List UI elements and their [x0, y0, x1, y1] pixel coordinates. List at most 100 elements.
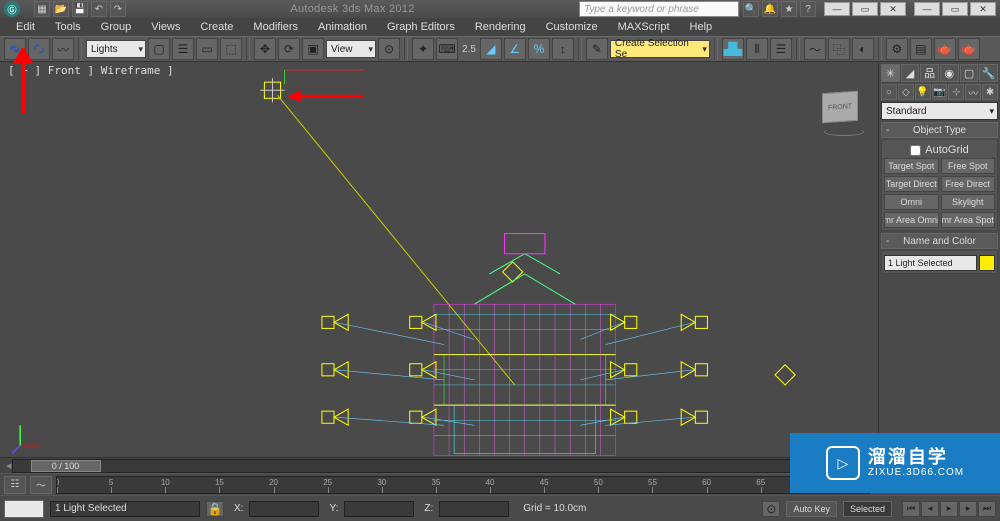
named-selection-dropdown[interactable]: Create Selection Se: [610, 40, 710, 58]
y-coord-input[interactable]: [344, 501, 414, 517]
select-region-rect-icon[interactable]: ▭: [196, 38, 218, 60]
redo-icon[interactable]: ↷: [110, 1, 126, 17]
mr-area-omni-button[interactable]: mr Area Omni: [884, 212, 939, 228]
light-category-dropdown[interactable]: Standard: [881, 102, 998, 120]
shapes-cat-icon[interactable]: ◇: [898, 84, 914, 100]
use-center-icon[interactable]: ⊙: [378, 38, 400, 60]
menu-graph-editors[interactable]: Graph Editors: [377, 19, 465, 35]
rendered-frame-icon[interactable]: ▤: [910, 38, 932, 60]
menu-animation[interactable]: Animation: [308, 19, 377, 35]
hierarchy-tab-icon[interactable]: 品: [920, 64, 939, 82]
name-color-rollout-header[interactable]: Name and Color: [881, 233, 998, 249]
selection-filter-dropdown[interactable]: Lights: [86, 40, 146, 58]
goto-end-icon[interactable]: ⏭: [978, 501, 996, 517]
comm-center-icon[interactable]: 🔔: [762, 1, 778, 17]
close-button[interactable]: ✕: [970, 2, 996, 16]
rotate-icon[interactable]: ⟳: [278, 38, 300, 60]
modify-tab-icon[interactable]: ◢: [901, 64, 920, 82]
autogrid-checkbox[interactable]: [910, 145, 921, 156]
render-production-icon[interactable]: 🫖: [934, 38, 956, 60]
move-icon[interactable]: ✥: [254, 38, 276, 60]
create-tab-icon[interactable]: ✳: [881, 64, 900, 82]
mirror-icon[interactable]: ▟▙: [722, 38, 744, 60]
spinner-snap-icon[interactable]: ↕: [552, 38, 574, 60]
spacewarps-cat-icon[interactable]: 〰: [965, 84, 981, 100]
menu-edit[interactable]: Edit: [6, 19, 45, 35]
favorites-icon[interactable]: ★: [781, 1, 797, 17]
object-type-rollout-header[interactable]: Object Type: [881, 122, 998, 138]
inner-max-button[interactable]: ▭: [852, 2, 878, 16]
maxscript-listener-icon[interactable]: [4, 500, 44, 518]
autogrid-checkbox-row[interactable]: AutoGrid: [884, 142, 995, 158]
menu-modifiers[interactable]: Modifiers: [243, 19, 308, 35]
target-spot-button[interactable]: Target Spot: [884, 158, 939, 174]
snap-toggle-icon[interactable]: ◢: [480, 38, 502, 60]
display-tab-icon[interactable]: ▢: [960, 64, 979, 82]
cameras-cat-icon[interactable]: 📷: [932, 84, 948, 100]
align-icon[interactable]: ⫴: [746, 38, 768, 60]
help-icon[interactable]: ?: [800, 1, 816, 17]
scale-icon[interactable]: ▣: [302, 38, 324, 60]
menu-customize[interactable]: Customize: [536, 19, 608, 35]
max-button[interactable]: ▭: [942, 2, 968, 16]
object-color-swatch[interactable]: [979, 255, 995, 271]
menu-group[interactable]: Group: [91, 19, 142, 35]
systems-cat-icon[interactable]: ✱: [982, 84, 998, 100]
spinner-value[interactable]: 2.5: [462, 40, 476, 58]
render-iterative-icon[interactable]: 🫖: [958, 38, 980, 60]
free-spot-button[interactable]: Free Spot: [941, 158, 996, 174]
helpers-cat-icon[interactable]: ⊹: [948, 84, 964, 100]
isolate-icon[interactable]: ⊙: [762, 501, 780, 517]
inner-close-button[interactable]: ✕: [880, 2, 906, 16]
target-direct-button[interactable]: Target Direct: [884, 176, 939, 192]
curve-editor-icon[interactable]: 〜: [804, 38, 826, 60]
skylight-button[interactable]: Skylight: [941, 194, 996, 210]
time-slider-track[interactable]: 0 / 100: [12, 459, 873, 473]
menu-tools[interactable]: Tools: [45, 19, 91, 35]
undo-icon[interactable]: ↶: [91, 1, 107, 17]
select-by-name-icon[interactable]: ☰: [172, 38, 194, 60]
geometry-cat-icon[interactable]: ○: [881, 84, 897, 100]
omni-button[interactable]: Omni: [884, 194, 939, 210]
material-editor-icon[interactable]: ◐: [852, 38, 874, 60]
motion-tab-icon[interactable]: ◉: [940, 64, 959, 82]
render-setup-icon[interactable]: ⚙: [886, 38, 908, 60]
open-icon[interactable]: 📂: [53, 1, 69, 17]
lights-cat-icon[interactable]: 💡: [915, 84, 931, 100]
track-bar-ruler[interactable]: 051015202530354045505560657075: [56, 476, 870, 494]
lock-selection-icon[interactable]: 🔒: [206, 501, 224, 517]
menu-rendering[interactable]: Rendering: [465, 19, 536, 35]
free-direct-button[interactable]: Free Direct: [941, 176, 996, 192]
inner-min-button[interactable]: —: [824, 2, 850, 16]
prev-frame-icon[interactable]: ◂: [921, 501, 939, 517]
manipulate-icon[interactable]: ✦: [412, 38, 434, 60]
keyboard-shortcut-icon[interactable]: ⌨: [436, 38, 458, 60]
help-search-input[interactable]: Type a keyword or phrase: [579, 1, 739, 17]
mr-area-spot-button[interactable]: mr Area Spot: [941, 212, 996, 228]
menu-views[interactable]: Views: [141, 19, 190, 35]
angle-snap-icon[interactable]: ∠: [504, 38, 526, 60]
utilities-tab-icon[interactable]: 🔧: [979, 64, 998, 82]
goto-start-icon[interactable]: ⏮: [902, 501, 920, 517]
play-icon[interactable]: ▸: [940, 501, 958, 517]
next-frame-icon[interactable]: ▸: [959, 501, 977, 517]
object-name-input[interactable]: 1 Light Selected: [884, 255, 977, 271]
new-icon[interactable]: ▦: [34, 1, 50, 17]
percent-snap-icon[interactable]: %: [528, 38, 550, 60]
menu-maxscript[interactable]: MAXScript: [608, 19, 680, 35]
ref-coord-dropdown[interactable]: View: [326, 40, 376, 58]
menu-help[interactable]: Help: [680, 19, 723, 35]
x-coord-input[interactable]: [249, 501, 319, 517]
schematic-view-icon[interactable]: ⿻: [828, 38, 850, 60]
select-object-icon[interactable]: ▢: [148, 38, 170, 60]
min-button[interactable]: —: [914, 2, 940, 16]
autokey-button[interactable]: Auto Key: [786, 501, 837, 517]
search-go-icon[interactable]: 🔍: [743, 1, 759, 17]
edit-named-sel-icon[interactable]: ✎: [586, 38, 608, 60]
save-icon[interactable]: 💾: [72, 1, 88, 17]
bind-spacewarp-icon[interactable]: 〰: [52, 38, 74, 60]
time-slider-thumb[interactable]: 0 / 100: [31, 460, 101, 472]
layers-icon[interactable]: ☰: [770, 38, 792, 60]
track-bar-config-icon[interactable]: ☷: [4, 476, 26, 494]
key-filters-dropdown[interactable]: Selected: [843, 501, 892, 517]
